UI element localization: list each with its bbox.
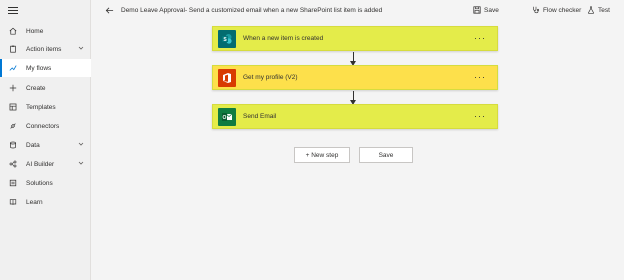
more-options-icon[interactable]: ··· — [474, 33, 486, 43]
nav-item-solutions[interactable]: Solutions — [0, 174, 91, 192]
plus-icon — [0, 84, 26, 92]
sharepoint-icon: S — [218, 30, 236, 48]
nav-item-home[interactable]: Home — [0, 22, 91, 40]
stethoscope-icon — [533, 6, 540, 14]
nav-item-label: Connectors — [26, 122, 60, 130]
nav-item-connectors[interactable]: Connectors — [0, 117, 91, 135]
back-arrow-icon[interactable] — [105, 6, 114, 15]
left-nav: Home Action items My flows Create Templa… — [0, 0, 91, 280]
home-icon — [0, 27, 26, 35]
flow-checker-label: Flow checker — [543, 6, 582, 14]
nav-item-label: AI Builder — [26, 160, 55, 168]
test-button[interactable]: Test — [587, 6, 610, 14]
send-email-step-label: Send Email — [243, 113, 277, 120]
solutions-icon — [0, 179, 26, 187]
nav-item-label: Data — [26, 141, 40, 149]
outlook-icon: O — [218, 108, 236, 126]
nav-item-create[interactable]: Create — [0, 79, 91, 97]
nav-item-label: Learn — [26, 198, 43, 206]
templates-icon — [0, 103, 26, 111]
send-email-step-card[interactable]: O Send Email ··· — [212, 104, 498, 129]
flow-canvas — [91, 22, 624, 280]
flow-title: Demo Leave Approval- Send a customized e… — [121, 7, 383, 14]
more-options-icon[interactable]: ··· — [474, 111, 486, 121]
nav-item-label: Action items — [26, 45, 62, 53]
nav-item-ai-builder[interactable]: AI Builder — [0, 155, 91, 173]
new-step-button[interactable]: + New step — [294, 147, 350, 163]
nav-item-label: Home — [26, 27, 44, 35]
flow-checker-button[interactable]: Flow checker — [532, 6, 581, 14]
nav-item-templates[interactable]: Templates — [0, 98, 91, 116]
get-profile-step-card[interactable]: Get my profile (V2) ··· — [212, 65, 498, 90]
chevron-down-icon[interactable] — [78, 141, 84, 147]
save-icon — [473, 6, 481, 14]
flask-icon — [588, 6, 594, 14]
trigger-step-label: When a new item is created — [243, 35, 324, 42]
flow-icon — [0, 64, 26, 72]
office365-icon — [218, 69, 236, 87]
nav-item-label: Solutions — [26, 179, 53, 187]
trigger-step-card[interactable]: S When a new item is created ··· — [212, 26, 498, 51]
save-button[interactable]: Save — [359, 147, 413, 163]
hamburger-menu-icon[interactable] — [8, 7, 18, 15]
chevron-down-icon[interactable] — [78, 160, 84, 166]
connector-icon — [0, 122, 26, 130]
vertical-scrollbar[interactable] — [618, 22, 624, 280]
save-header-button[interactable]: Save — [473, 6, 499, 14]
clipboard-icon — [0, 45, 26, 53]
active-indicator — [0, 59, 2, 77]
save-header-label: Save — [484, 6, 499, 14]
flow-editor-header: Demo Leave Approval- Send a customized e… — [91, 0, 624, 22]
test-label: Test — [598, 6, 610, 14]
get-profile-step-label: Get my profile (V2) — [243, 74, 298, 81]
svg-text:O: O — [223, 115, 227, 121]
nav-item-label: Create — [26, 84, 46, 92]
chevron-down-icon[interactable] — [78, 45, 84, 51]
nav-item-my-flows[interactable]: My flows — [0, 59, 91, 77]
more-options-icon[interactable]: ··· — [474, 72, 486, 82]
nav-item-learn[interactable]: Learn — [0, 193, 91, 211]
database-icon — [0, 141, 26, 149]
nav-item-data[interactable]: Data — [0, 136, 91, 154]
book-icon — [0, 198, 26, 206]
nav-item-label: My flows — [26, 64, 52, 72]
nav-item-action-items[interactable]: Action items — [0, 40, 91, 58]
ai-builder-icon — [0, 160, 26, 168]
nav-item-label: Templates — [26, 103, 56, 111]
